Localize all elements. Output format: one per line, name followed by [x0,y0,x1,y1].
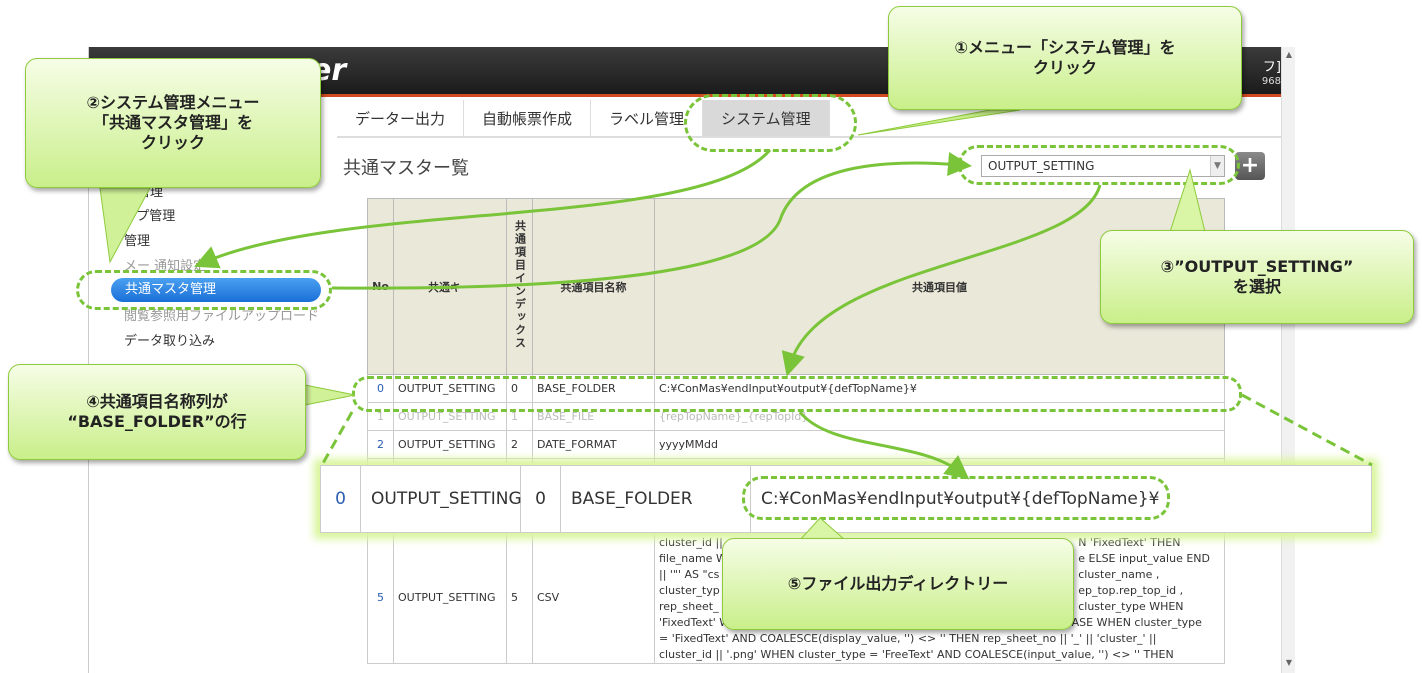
zoom-cell-no: 0 [321,466,361,532]
cell-index: 2 [506,430,533,459]
highlight-sidebar-item [76,270,332,310]
cell-key: OUTPUT_SETTING [393,430,507,459]
callout-step4: ④共通項目名称列が “BASE_FOLDER”の行 [8,364,306,460]
callout-step2: ②システム管理メニュー 「共通マスタ管理」を クリック [25,58,321,188]
table-row[interactable]: 2 OUTPUT_SETTING 2 DATE_FORMAT yyyyMMdd [367,430,1225,459]
csv-line: cluster_typ [659,584,720,597]
cell-name: DATE_FORMAT [532,430,655,459]
callout-step5: ⑤ファイル出力ディレクトリー [722,538,1074,630]
cell-no[interactable]: 5 [367,530,394,664]
csv-line: ep_top.rep_top_id , [1078,584,1184,597]
col-header-name: 共通項目名称 [532,198,655,375]
user-info[interactable]: フ] 968 [1262,61,1281,89]
user-name: フ] [1262,60,1281,75]
csv-line: = 'FixedText' AND COALESCE(display_value… [659,632,1157,645]
scroll-up-icon[interactable]: ▲ [1286,50,1292,59]
cell-no[interactable]: 2 [367,430,394,459]
cell-key: OUTPUT_SETTING [393,530,507,664]
csv-line: N 'FixedText' THEN [1078,536,1181,549]
csv-line: || '"' AS "cs [659,568,720,581]
tab-data-output[interactable]: データー出力 [337,100,465,137]
csv-line: cluster_type WHEN [1078,600,1184,613]
cell-name: CSV [532,530,655,664]
highlight-row [352,376,1242,412]
highlight-system-tab [684,94,857,152]
csv-value-left: cluster_id || file_name W || '"' AS "cs … [659,535,727,615]
scroll-down-icon[interactable]: ▼ [1286,658,1292,667]
vertical-scrollbar[interactable]: ▲ ▼ [1281,47,1295,673]
csv-line: file_name W [659,552,727,565]
csv-line: cluster_id || [659,536,723,549]
sidebar-item-group[interactable]: ープ管理 [124,205,175,224]
cell-value: yyyyMMdd [654,430,1225,459]
callout-step1: ①メニュー「システム管理」を クリック [888,6,1242,110]
csv-line: cluster_name , [1078,568,1160,581]
sidebar-item-management[interactable]: 管理 [124,230,150,249]
csv-line: rep_sheet_ [659,600,719,613]
highlight-select [958,145,1240,185]
col-header-index-label: 共通項目インデックス [513,220,527,350]
user-id: 968 [1261,76,1281,87]
cell-index: 5 [506,530,533,664]
highlight-value [742,476,1170,520]
tab-auto-report[interactable]: 自動帳票作成 [464,100,592,137]
csv-line: cluster_id || '.png' WHEN cluster_type =… [659,648,1174,661]
csv-value-right: N 'FixedText' THEN e ELSE input_value EN… [1078,535,1220,615]
page-title: 共通マスター覧 [343,158,469,179]
zoom-cell-name: BASE_FOLDER [561,466,751,532]
callout-step3: ③”OUTPUT_SETTING” を選択 [1100,230,1414,324]
col-header-no: No [367,198,394,375]
zoom-cell-index: 0 [521,466,561,532]
csv-line: e ELSE input_value END [1078,552,1210,565]
sidebar-item-data-import[interactable]: データ取り込み [124,330,215,349]
col-header-key: 共通キー [393,198,507,375]
zoom-cell-key: OUTPUT_SETTING [361,466,522,532]
col-header-index: 共通項目インデックス [506,198,533,375]
